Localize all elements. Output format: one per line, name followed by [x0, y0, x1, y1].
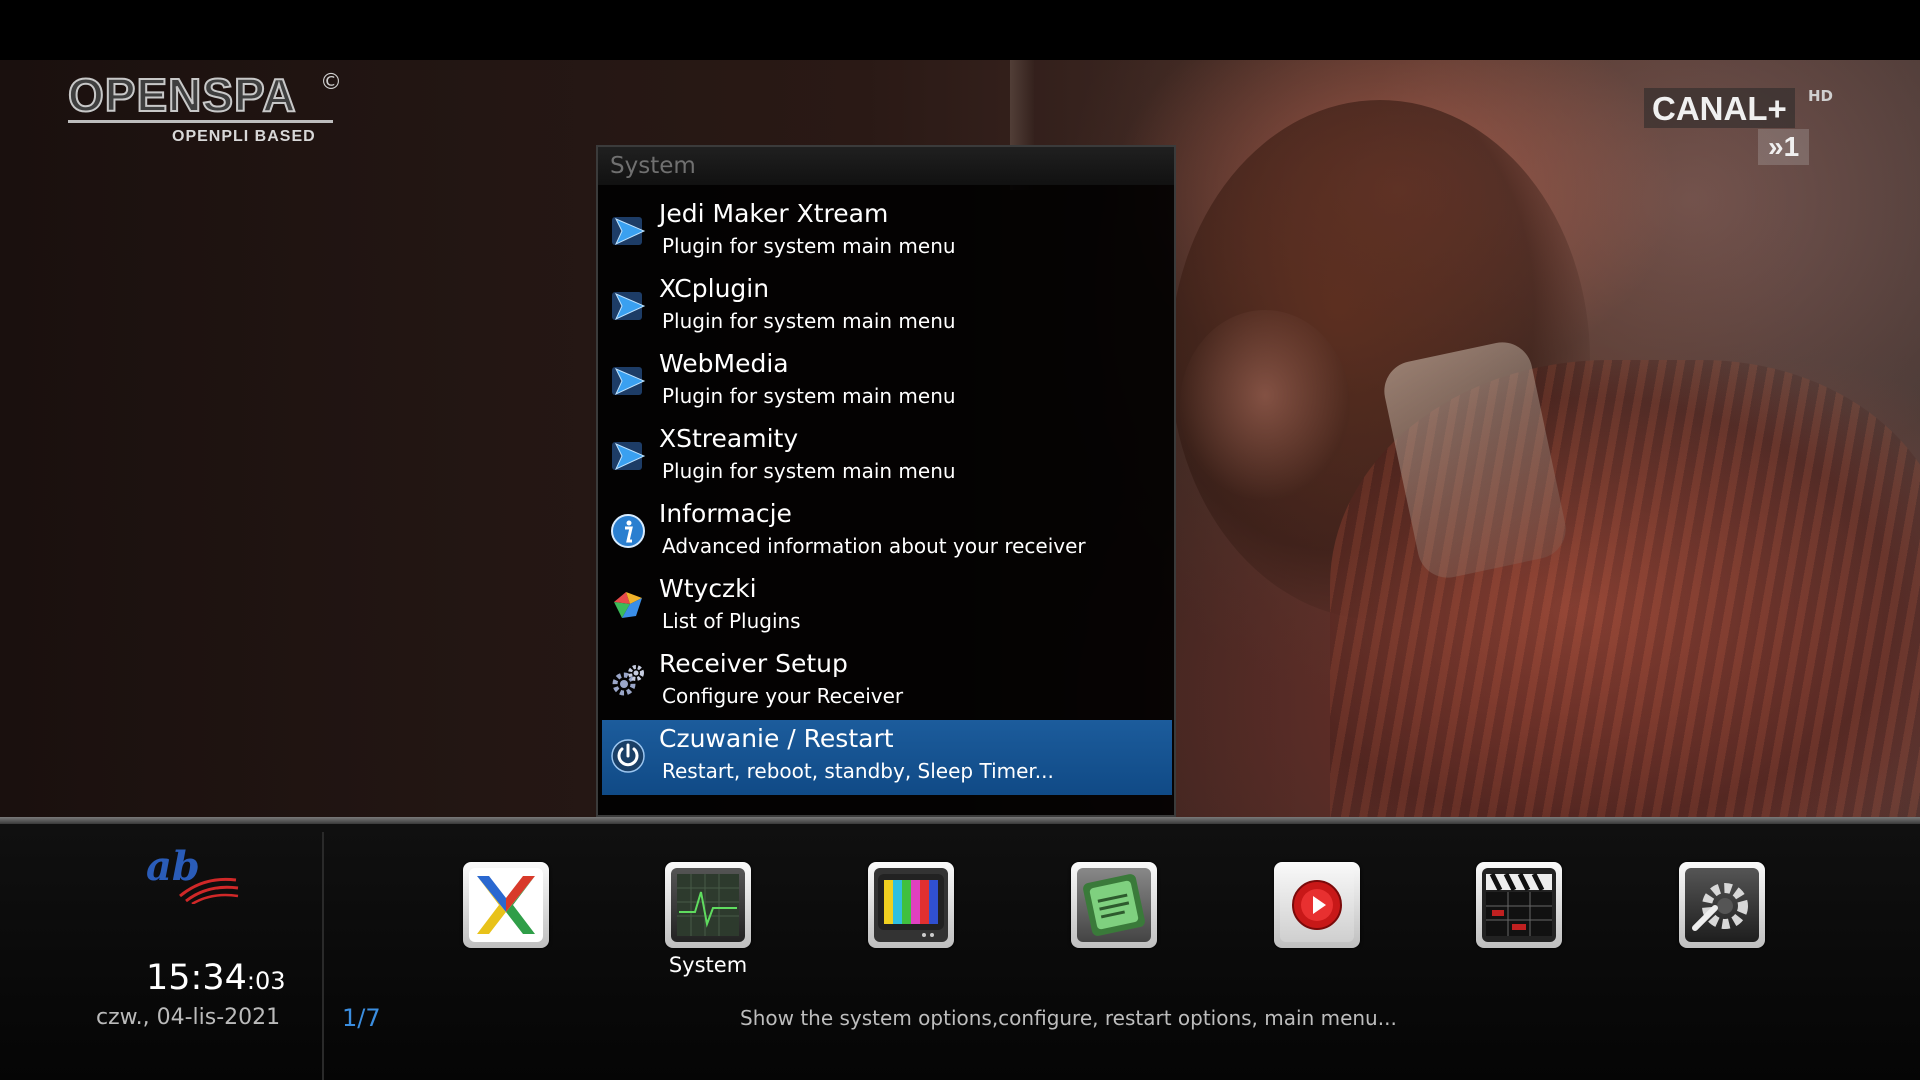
menu-item-description: Plugin for system main menu	[662, 459, 956, 483]
system-monitor-glyph	[677, 874, 739, 936]
channel-name: CANAL+	[1644, 88, 1795, 128]
menu-item-receiver-setup[interactable]: Receiver Setup Configure your Receiver	[598, 645, 1174, 720]
settings-gear-glyph	[1692, 883, 1748, 931]
info-icon	[611, 514, 645, 548]
menu-title: System	[598, 147, 1174, 185]
bottom-bar-separator	[0, 817, 1920, 824]
openspa-logo-subtitle: OPENPLI BASED	[172, 128, 316, 145]
menu-item-description: Plugin for system main menu	[662, 309, 956, 333]
channel-logo: CANAL+ HD »1	[1640, 84, 1850, 174]
status-description: Show the system options,configure, resta…	[740, 1006, 1397, 1030]
menu-item-title: XCplugin	[659, 274, 770, 303]
menu-item-czuwanie-restart[interactable]: Czuwanie / Restart Restart, reboot, stan…	[602, 720, 1172, 795]
menu-item-xstreamity[interactable]: XStreamity Plugin for system main menu	[598, 420, 1174, 495]
plugins-icon	[614, 592, 642, 618]
record-glyph	[1292, 880, 1342, 930]
clock-time: 15:34	[146, 958, 247, 998]
settings-gear-icon[interactable]	[1679, 862, 1765, 948]
openspa-logo-mark: ©	[320, 70, 342, 95]
menu-item-wtyczki[interactable]: Wtyczki List of Plugins	[598, 570, 1174, 645]
menu-item-description: Restart, reboot, standby, Sleep Timer...	[662, 759, 1054, 783]
menu-item-title: Informacje	[659, 499, 792, 528]
menu-item-title: WebMedia	[659, 349, 789, 378]
menu-item-title: XStreamity	[659, 424, 799, 453]
ab-logo-text: ab	[146, 844, 200, 890]
clock: 15:34:03	[146, 958, 286, 998]
page-indicator: 1/7	[342, 1004, 381, 1032]
play-arrow-icon	[612, 217, 646, 246]
openspa-logo-text: OPENSPA	[67, 68, 297, 122]
tv-glyph	[878, 874, 944, 937]
bottom-bar	[0, 824, 1920, 1080]
menu-item-description: Plugin for system main menu	[662, 384, 956, 408]
menu-item-title: Jedi Maker Xtream	[659, 199, 889, 228]
play-arrow-icon	[612, 292, 646, 321]
gears-icon	[612, 665, 644, 696]
date: czw., 04-lis-2021	[96, 1005, 281, 1030]
bottom-bar-divider	[322, 832, 324, 1080]
menu-item-description: Advanced information about your receiver	[662, 534, 1086, 558]
x-plugin-icon[interactable]	[463, 862, 549, 948]
menu-item-title: Wtyczki	[659, 574, 757, 603]
menu-item-description: Plugin for system main menu	[662, 234, 956, 258]
tv-icon[interactable]	[868, 862, 954, 948]
clock-seconds: :03	[246, 967, 286, 995]
menu-item-description: Configure your Receiver	[662, 684, 904, 708]
power-icon	[611, 739, 645, 773]
clapperboard-glyph	[1486, 872, 1552, 936]
menu-item-informacje[interactable]: Informacje Advanced information about yo…	[598, 495, 1174, 570]
channel-number: »1	[1758, 129, 1810, 165]
selected-app-label: System	[668, 953, 748, 977]
system-monitor-icon[interactable]	[665, 862, 751, 948]
clapperboard-icon[interactable]	[1476, 862, 1562, 948]
system-menu: System Jedi Maker Xtream Plugin for syst…	[596, 145, 1176, 817]
ab-provider-logo: ab	[146, 844, 239, 904]
video-person-face	[1180, 310, 1350, 500]
record-icon[interactable]	[1274, 862, 1360, 948]
openspa-logo: OPENSPA © OPENPLI BASED	[67, 68, 358, 158]
play-arrow-icon	[612, 442, 646, 471]
play-arrow-icon	[612, 367, 646, 396]
channel-quality: HD	[1808, 87, 1834, 105]
x-plugin-glyph	[477, 876, 535, 934]
menu-item-title: Receiver Setup	[659, 649, 848, 678]
menu-item-xcplugin[interactable]: XCplugin Plugin for system main menu	[598, 270, 1174, 345]
menu-item-webmedia[interactable]: WebMedia Plugin for system main menu	[598, 345, 1174, 420]
openspa-logo-underline	[68, 120, 333, 123]
openspa-cam-icon[interactable]	[1071, 862, 1157, 948]
openspa-cam-glyph	[1083, 874, 1145, 936]
menu-item-title: Czuwanie / Restart	[659, 724, 894, 753]
menu-item-jedi-maker-xtream[interactable]: Jedi Maker Xtream Plugin for system main…	[598, 195, 1174, 270]
menu-item-description: List of Plugins	[662, 609, 801, 633]
